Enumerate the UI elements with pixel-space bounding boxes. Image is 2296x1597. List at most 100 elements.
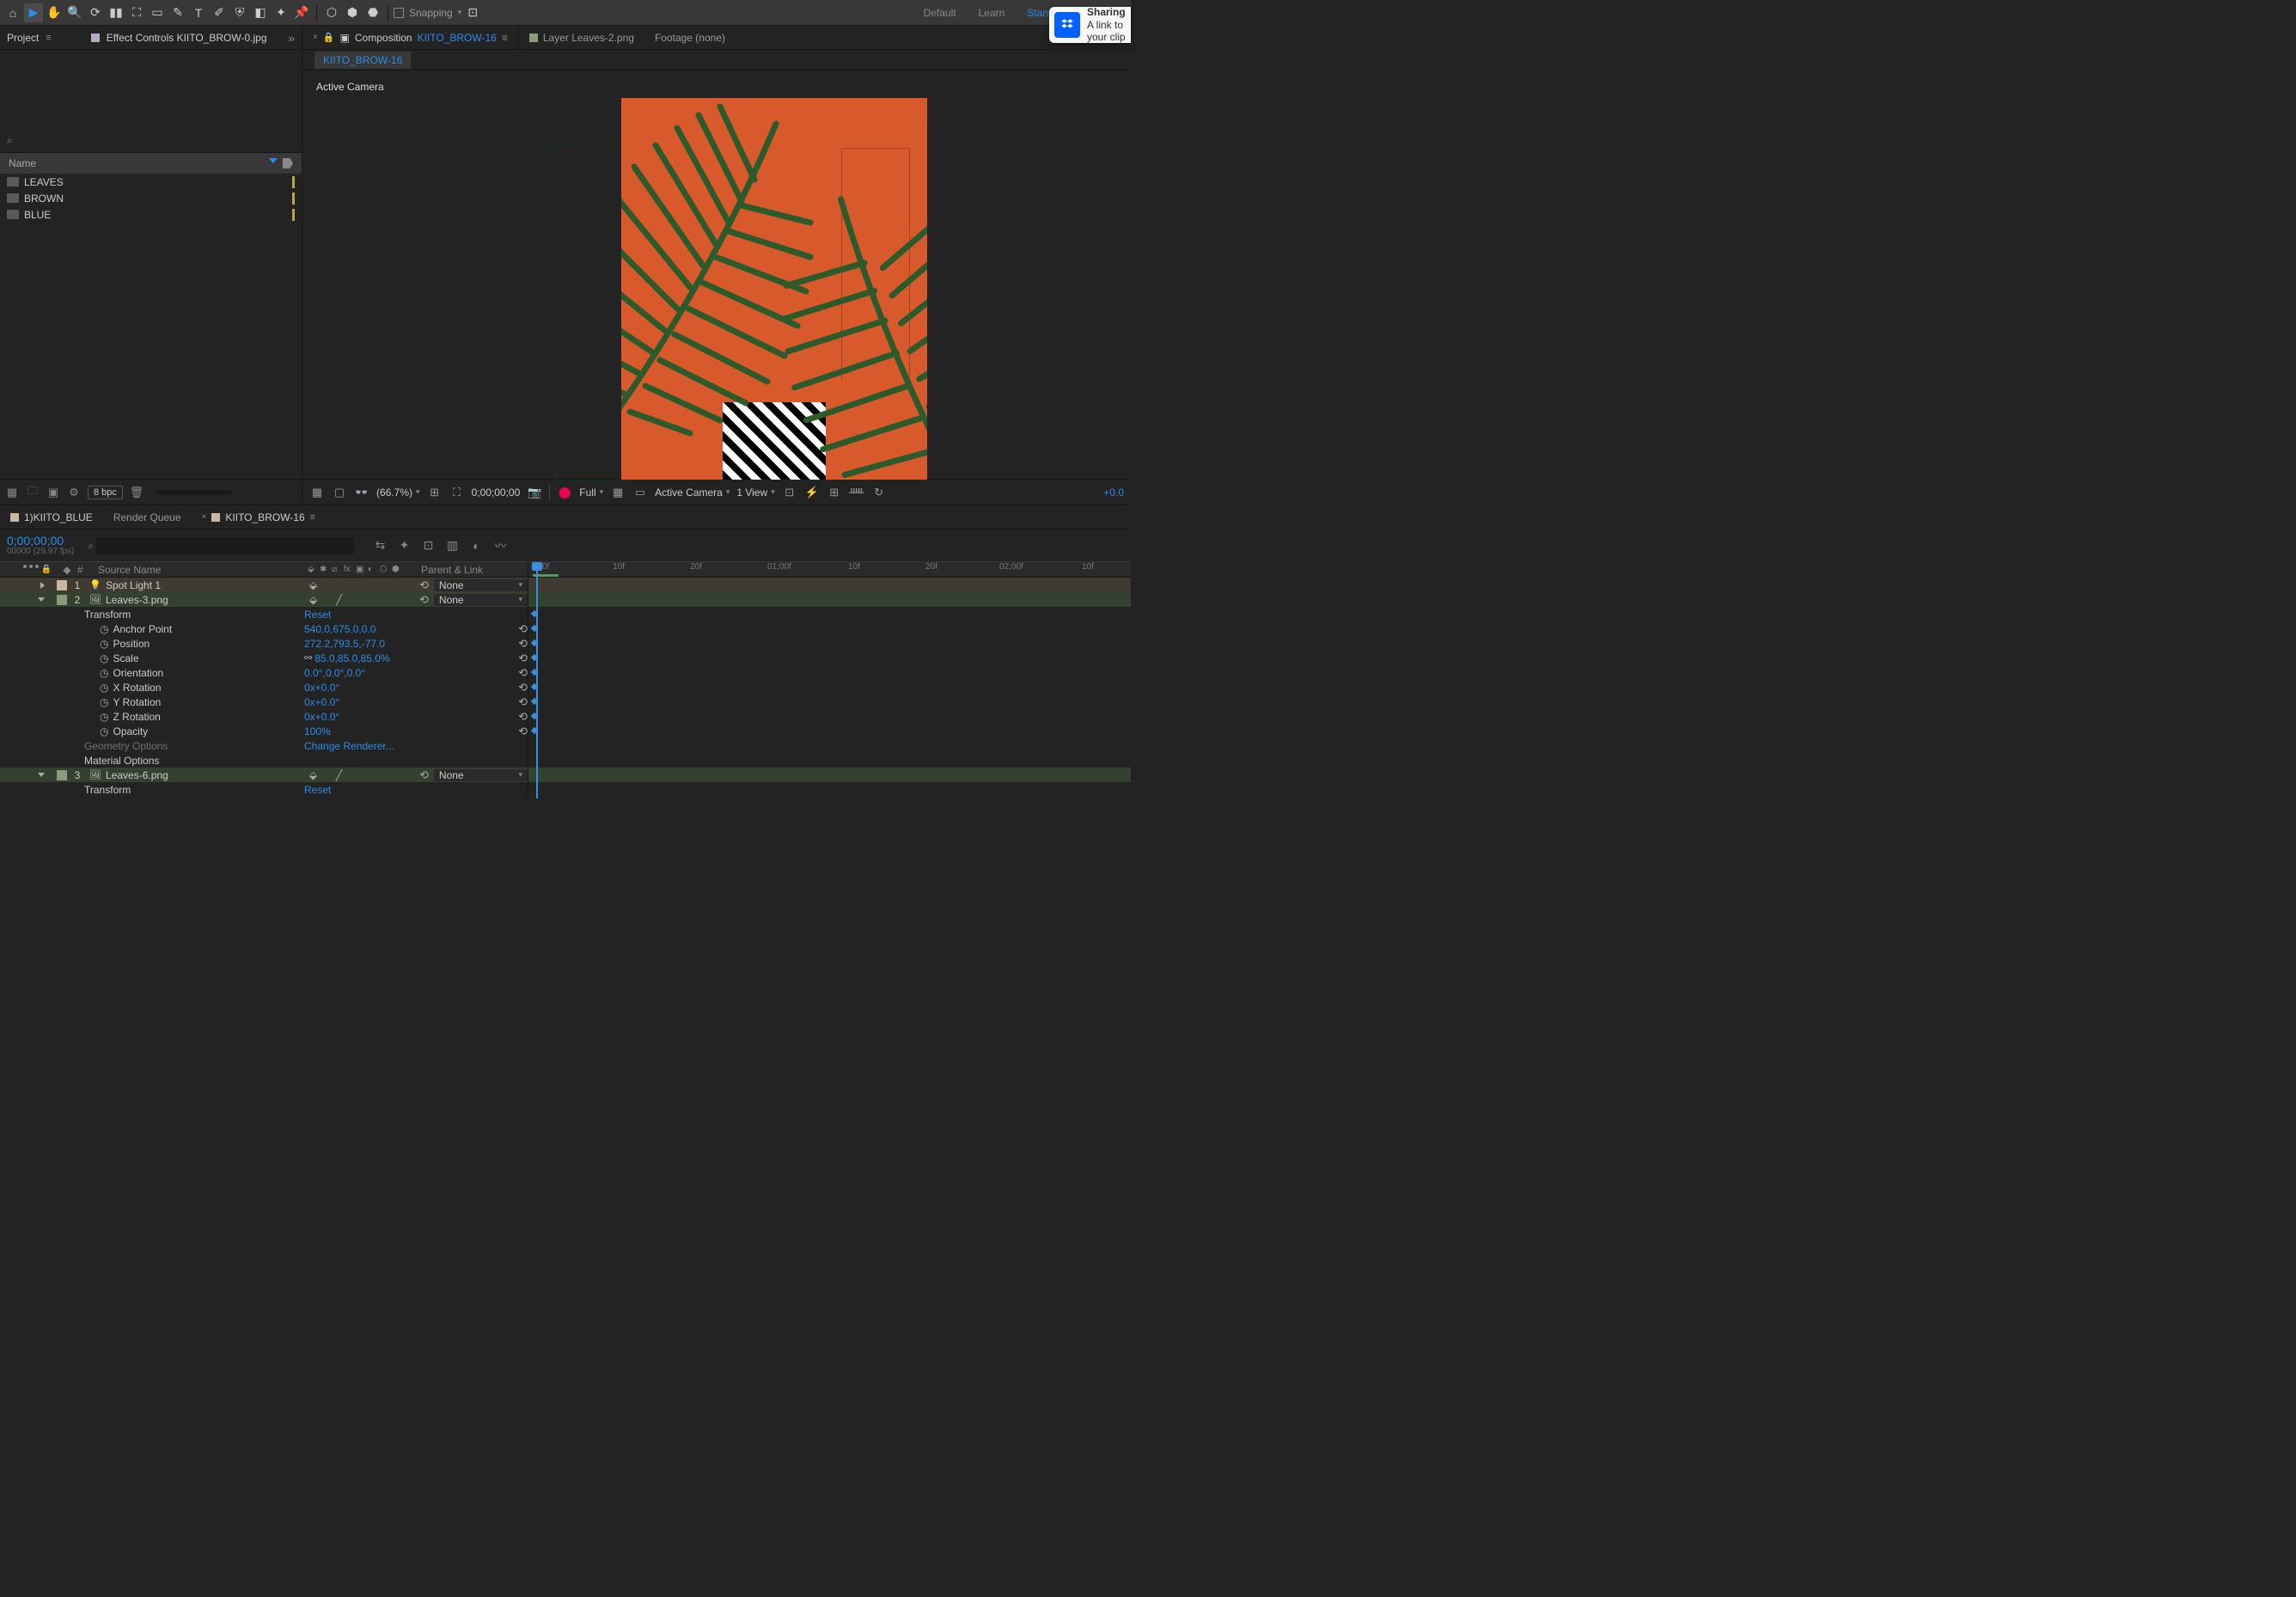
constrain-proportions-icon[interactable]: ⚯ (304, 652, 312, 664)
project-search-input[interactable] (16, 135, 295, 147)
effect-controls-tab[interactable]: Effect Controls KIITO_BROW-0.jpg (107, 32, 267, 44)
label-swatch-icon[interactable] (57, 770, 67, 780)
pan-behind-icon[interactable]: ⛶ (127, 3, 146, 22)
pickwhip-icon[interactable]: ⟲ (419, 768, 429, 782)
dropbox-notification[interactable]: Sharing A link to your clip (1049, 7, 1131, 43)
hide-shy-icon[interactable]: ⊡ (419, 537, 437, 554)
composition-tab[interactable]: × 🔒 ▣ Composition KIITO_BROW-16 ≡ (302, 26, 519, 49)
reset-exposure-icon[interactable]: ↻ (871, 485, 887, 500)
snapshot-icon[interactable]: 📷 (527, 485, 542, 500)
hand-tool-icon[interactable]: ✋ (45, 3, 64, 22)
project-zoom-slider[interactable] (156, 490, 233, 495)
home-icon[interactable]: ⌂ (3, 3, 22, 22)
comp-flowchart-icon[interactable]: ᚊ (849, 485, 864, 500)
exposure-value[interactable]: +0.0 (1103, 486, 1124, 499)
camera-tool-icon[interactable]: ▮▮ (107, 3, 125, 22)
project-list-header[interactable]: Name (0, 153, 302, 174)
twirl-down-icon[interactable] (38, 597, 45, 602)
stopwatch-icon[interactable]: ◷ (100, 623, 108, 635)
timeline-tab-render[interactable]: Render Queue (103, 505, 192, 529)
prop-anchor-point[interactable]: ◷Anchor Point540.0,675.0,0.0⟲ (0, 621, 528, 636)
draft-3d-icon[interactable]: ✦ (395, 537, 412, 554)
layer-row-2[interactable]: 2 🖼Leaves-3.png ⬙╱ ⟲None▾ (0, 592, 528, 607)
clone-tool-icon[interactable]: ⛨ (230, 3, 249, 22)
expression-pickwhip-icon[interactable]: ⟲ (518, 725, 528, 738)
transform-group-2[interactable]: Transform Reset (0, 782, 528, 797)
change-renderer-link[interactable]: Change Renderer... (304, 740, 528, 752)
interpret-icon[interactable]: ▦ (5, 486, 19, 499)
comp-mini-flowchart-icon[interactable]: ⇆ (371, 537, 388, 554)
label-swatch-icon[interactable] (57, 595, 67, 605)
transform-group[interactable]: Transform Reset (0, 607, 528, 621)
stopwatch-icon[interactable]: ◷ (100, 667, 108, 679)
timeline-tab-1[interactable]: 1)KIITO_BLUE (0, 505, 103, 529)
graph-editor-icon[interactable]: 〰 (492, 537, 509, 554)
time-ruler[interactable]: 0f 10f 20f 01;00f 10f 20f 02;00f 10f (528, 562, 1131, 578)
material-options-group[interactable]: Material Options (0, 753, 528, 768)
panel-menu-icon[interactable]: ≡ (502, 32, 508, 44)
stopwatch-icon[interactable]: ◷ (100, 638, 108, 650)
project-settings-icon[interactable]: ⚙ (67, 486, 81, 499)
footage-tab[interactable]: Footage (none) (644, 26, 736, 49)
folder-brown[interactable]: BROWN (0, 190, 302, 206)
resolution-icon[interactable]: ⊞ (427, 485, 443, 500)
puppet-tool-icon[interactable]: 📌 (292, 3, 311, 22)
project-menu-icon[interactable]: ≡ (46, 33, 51, 43)
snapping-toggle[interactable]: Snapping ▾ (394, 7, 461, 19)
workspace-default[interactable]: Default (913, 7, 967, 19)
fast-previews-icon[interactable]: ⚡ (804, 485, 820, 500)
layer-row-3[interactable]: 3 🖼Leaves-6.png ⬙╱ ⟲None▾ (0, 768, 528, 782)
expression-pickwhip-icon[interactable]: ⟲ (518, 622, 528, 636)
prop-z-rotation[interactable]: ◷Z Rotation0x+0.0°⟲ (0, 709, 528, 724)
stopwatch-icon[interactable]: ◷ (100, 696, 108, 708)
label-swatch-icon[interactable] (57, 580, 67, 590)
close-icon[interactable]: × (313, 33, 318, 42)
layer-tab[interactable]: Layer Leaves-2.png (519, 26, 644, 49)
active-camera-dropdown[interactable]: Active Camera▾ (655, 486, 730, 499)
zoom-tool-icon[interactable]: 🔍 (65, 3, 84, 22)
panel-menu-icon[interactable]: ≡ (310, 512, 315, 523)
geometry-options-group[interactable]: Geometry OptionsChange Renderer... (0, 738, 528, 753)
track-prop[interactable] (528, 607, 1131, 621)
keyframe-icon[interactable] (531, 639, 538, 646)
expression-pickwhip-icon[interactable]: ⟲ (518, 710, 528, 724)
lock-icon[interactable]: 🔒 (323, 32, 335, 43)
keyframe-icon[interactable] (531, 683, 538, 690)
bit-depth-button[interactable]: 8 bpc (88, 486, 123, 499)
frame-blend-icon[interactable]: ▥ (443, 537, 461, 554)
folder-leaves[interactable]: LEAVES (0, 174, 302, 190)
keyframe-icon[interactable] (531, 713, 538, 719)
timeline-tracks[interactable]: 0f 10f 20f 01;00f 10f 20f 02;00f 10f (528, 562, 1131, 798)
workspace-learn[interactable]: Learn (968, 7, 1016, 19)
orbit-tool-icon[interactable]: ⟳ (86, 3, 105, 22)
stopwatch-icon[interactable]: ◷ (100, 711, 108, 723)
view-axis-icon[interactable]: ⬣ (363, 3, 382, 22)
zoom-dropdown[interactable]: (66.7%)▾ (376, 486, 420, 499)
guides-icon[interactable]: ▭ (632, 485, 648, 500)
timeline-search-input[interactable] (96, 537, 354, 554)
keyframe-icon[interactable] (531, 625, 538, 632)
composition-canvas[interactable] (621, 98, 927, 480)
channel-icon[interactable]: ⬤ (557, 485, 572, 500)
transparency-grid-icon[interactable]: ▦ (610, 485, 626, 500)
expression-pickwhip-icon[interactable]: ⟲ (518, 652, 528, 665)
timeline-icon[interactable]: ⊞ (827, 485, 842, 500)
pen-tool-icon[interactable]: ✎ (168, 3, 187, 22)
project-search[interactable]: ⌕ (0, 129, 302, 153)
new-comp-icon[interactable]: ▣ (46, 486, 60, 499)
track-2[interactable] (528, 592, 1131, 607)
reset-link[interactable]: Reset (304, 609, 528, 621)
type-tool-icon[interactable]: T (189, 3, 208, 22)
close-icon[interactable]: × (202, 512, 207, 522)
expression-pickwhip-icon[interactable]: ⟲ (518, 666, 528, 680)
pickwhip-icon[interactable]: ⟲ (419, 578, 429, 592)
prop-orientation[interactable]: ◷Orientation0.0°,0.0°,0.0°⟲ (0, 665, 528, 680)
brush-tool-icon[interactable]: ✐ (210, 3, 229, 22)
eraser-tool-icon[interactable]: ◧ (251, 3, 270, 22)
motion-blur-icon[interactable]: ◐ (467, 537, 485, 554)
timeline-tab-active[interactable]: ×KIITO_BROW-16≡ (192, 505, 327, 529)
stopwatch-icon[interactable]: ◷ (100, 652, 108, 664)
roto-tool-icon[interactable]: ✦ (272, 3, 290, 22)
resolution-dropdown[interactable]: Full▾ (579, 486, 603, 499)
twirl-down-icon[interactable] (38, 773, 45, 777)
